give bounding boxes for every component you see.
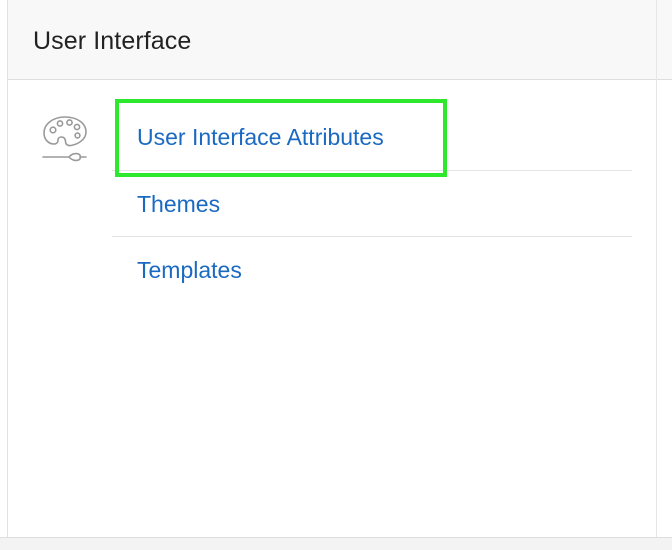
panel-title: User Interface (33, 27, 192, 55)
panel-header: User Interface (8, 0, 672, 80)
palette-icon (42, 116, 87, 162)
user-interface-panel: User Interface User Interface Attributes… (7, 0, 672, 537)
list-item: User Interface Attributes (112, 104, 632, 170)
bottom-strip (0, 537, 672, 550)
list-item: Templates (112, 236, 632, 302)
panel-divider (656, 0, 657, 550)
user-interface-attributes-link[interactable]: User Interface Attributes (137, 122, 384, 152)
user-interface-links: User Interface Attributes Themes Templat… (112, 104, 632, 302)
list-item: Themes (112, 170, 632, 236)
templates-link[interactable]: Templates (137, 255, 242, 285)
themes-link[interactable]: Themes (137, 189, 220, 219)
